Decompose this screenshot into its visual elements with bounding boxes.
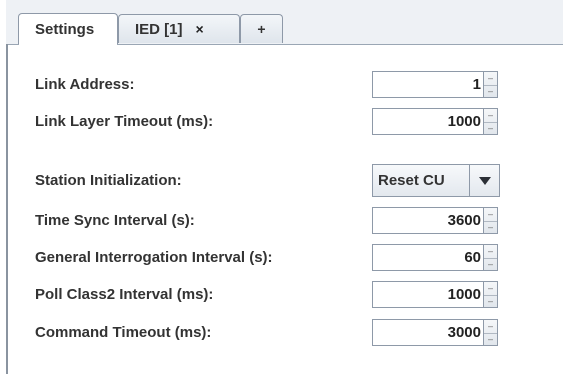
command-timeout-stepper[interactable]: – – [484, 319, 498, 346]
poll-class2-label: Poll Class2 Interval (ms): [35, 286, 214, 303]
spinner-up-icon[interactable]: – [484, 282, 497, 296]
poll-class2-value: 1000 [447, 286, 481, 303]
link-layer-timeout-field[interactable]: 1000 [372, 108, 484, 135]
time-sync-stepper[interactable]: – – [484, 207, 498, 234]
spinner-down-icon[interactable]: – [484, 122, 497, 135]
general-interrogation-row: General Interrogation Interval (s): 60 –… [8, 244, 563, 274]
general-interrogation-value: 60 [464, 249, 481, 266]
spinner-down-icon[interactable]: – [484, 221, 497, 234]
spinner-up-icon[interactable]: – [484, 109, 497, 123]
spinner-up-icon[interactable]: – [484, 245, 497, 259]
command-timeout-field[interactable]: 3000 [372, 319, 484, 346]
general-interrogation-field[interactable]: 60 [372, 244, 484, 271]
settings-window: Settings IED [1] × + Link Address: 1 – –… [0, 0, 563, 374]
link-layer-timeout-row: Link Layer Timeout (ms): 1000 – – [8, 108, 563, 138]
settings-panel: Link Address: 1 – – Link Layer Timeout (… [8, 45, 563, 374]
link-address-row: Link Address: 1 – – [8, 71, 563, 101]
close-icon[interactable]: × [196, 21, 204, 37]
link-layer-timeout-stepper[interactable]: – – [484, 108, 498, 135]
station-init-value: Reset CU [378, 172, 445, 189]
link-layer-timeout-value: 1000 [447, 113, 481, 130]
time-sync-value: 3600 [447, 212, 481, 229]
tab-ied-1[interactable]: IED [1] × [118, 14, 240, 43]
link-address-stepper[interactable]: – – [484, 71, 498, 98]
chevron-down-icon[interactable] [469, 165, 499, 196]
spinner-down-icon[interactable]: – [484, 333, 497, 346]
spinner-down-icon[interactable]: – [484, 85, 497, 98]
add-tab-button[interactable]: + [240, 14, 283, 43]
station-init-select[interactable]: Reset CU [372, 164, 500, 197]
spinner-up-icon[interactable]: – [484, 208, 497, 222]
command-timeout-row: Command Timeout (ms): 3000 – – [8, 319, 563, 349]
poll-class2-row: Poll Class2 Interval (ms): 1000 – – [8, 281, 563, 311]
time-sync-field[interactable]: 3600 [372, 207, 484, 234]
command-timeout-label: Command Timeout (ms): [35, 324, 212, 341]
poll-class2-field[interactable]: 1000 [372, 281, 484, 308]
link-address-value: 1 [472, 76, 481, 93]
command-timeout-value: 3000 [447, 324, 481, 341]
tab-settings-label: Settings [35, 20, 95, 38]
link-address-label: Link Address: [35, 76, 135, 93]
time-sync-row: Time Sync Interval (s): 3600 – – [8, 207, 563, 237]
spinner-down-icon[interactable]: – [484, 295, 497, 308]
tab-ied-1-label: IED [1] [135, 20, 183, 38]
station-init-label: Station Initialization: [35, 172, 182, 189]
spinner-up-icon[interactable]: – [484, 320, 497, 334]
plus-icon: + [257, 21, 266, 37]
general-interrogation-label: General Interrogation Interval (s): [35, 249, 273, 266]
poll-class2-stepper[interactable]: – – [484, 281, 498, 308]
link-address-field[interactable]: 1 [372, 71, 484, 98]
link-layer-timeout-label: Link Layer Timeout (ms): [35, 113, 214, 130]
spinner-down-icon[interactable]: – [484, 258, 497, 271]
tab-strip: Settings IED [1] × + [6, 0, 563, 45]
station-init-row: Station Initialization: Reset CU [8, 164, 563, 197]
time-sync-label: Time Sync Interval (s): [35, 212, 195, 229]
tab-settings[interactable]: Settings [18, 13, 118, 45]
general-interrogation-stepper[interactable]: – – [484, 244, 498, 271]
spinner-up-icon[interactable]: – [484, 72, 497, 86]
